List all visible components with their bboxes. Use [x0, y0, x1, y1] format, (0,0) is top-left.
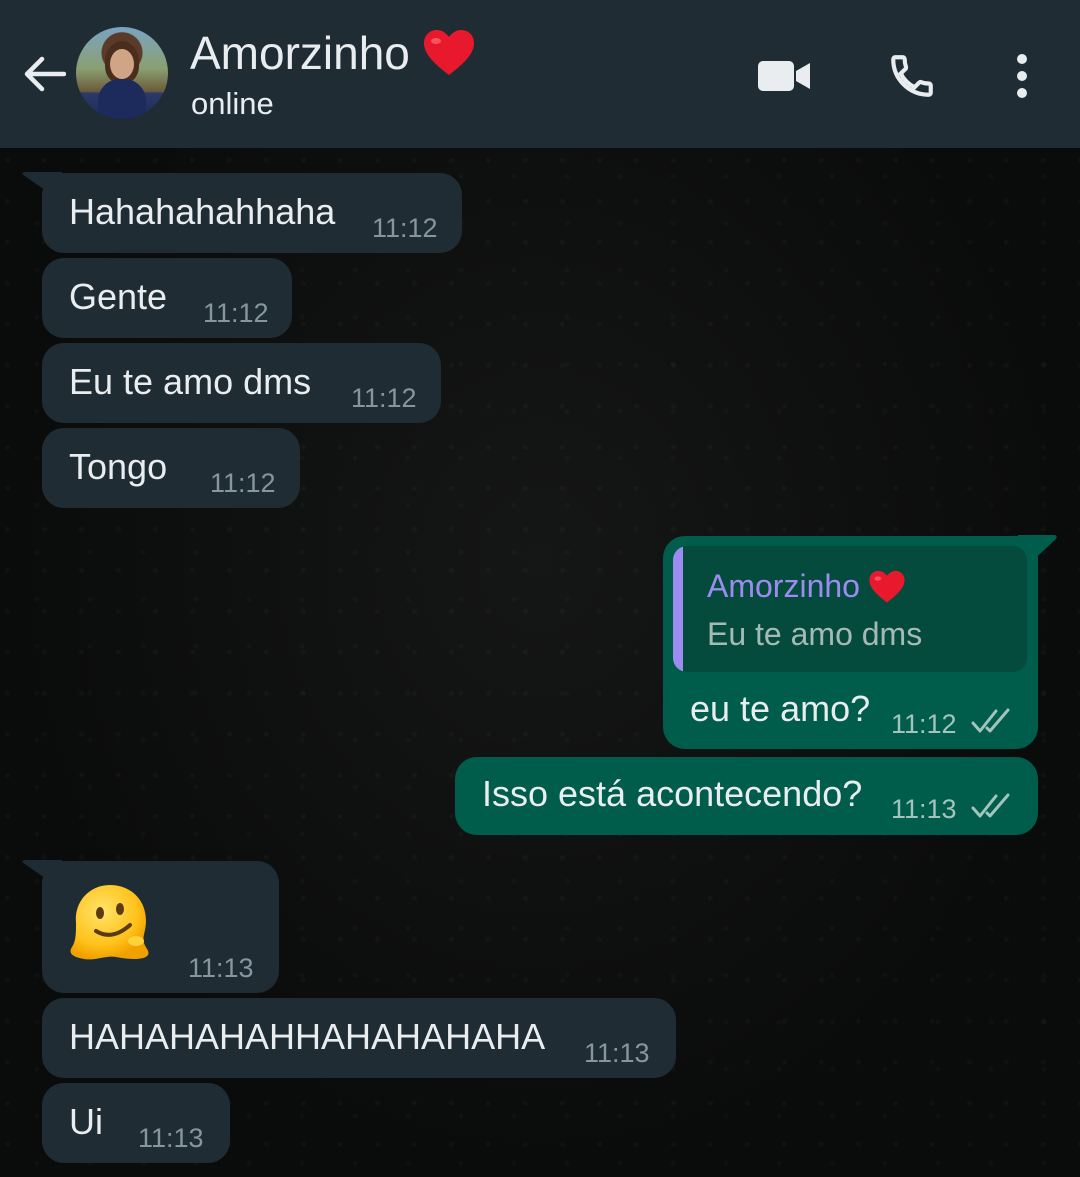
back-button[interactable]: [20, 50, 68, 98]
message-time: 11:13: [188, 953, 254, 983]
message-time: 11:13: [891, 794, 957, 824]
contact-name-text: Amorzinho: [190, 27, 410, 79]
message-text: Gente: [69, 276, 168, 317]
double-check-read-icon: [971, 793, 1010, 818]
message-bubble[interactable]: Ui 11:13: [42, 1083, 230, 1163]
message-time: 11:12: [372, 213, 438, 243]
red-heart-icon: [423, 30, 474, 75]
reply-quote-text: Eu te amo dms: [707, 616, 923, 652]
message-text: Isso está acontecendo?: [482, 773, 863, 814]
contact-status: online: [191, 86, 274, 121]
message-time: 11:13: [138, 1123, 204, 1153]
double-check-read-icon: [971, 708, 1010, 733]
arrow-left-icon: [24, 56, 66, 92]
message-time: 11:12: [891, 709, 957, 739]
more-options-button[interactable]: [992, 46, 1052, 106]
reply-quote-bar: [673, 546, 683, 672]
message-bubble[interactable]: Gente 11:12: [42, 258, 292, 338]
message-time: 11:12: [351, 383, 417, 413]
red-heart-icon: [869, 570, 905, 602]
message-bubble[interactable]: Isso está acontecendo? 11:13: [455, 757, 1038, 835]
message-time: 11:12: [203, 298, 269, 328]
message-text: eu te amo?: [690, 688, 871, 729]
message-time: 11:12: [210, 468, 276, 498]
message-bubble[interactable]: Tongo 11:12: [42, 428, 300, 508]
message-text: Hahahahahhaha: [69, 191, 336, 232]
video-camera-icon: [758, 61, 810, 91]
message-text: HAHAHAHAHHAHAHAHAHA: [69, 1016, 546, 1057]
reply-quote[interactable]: Amorzinho Eu te amo dms: [673, 546, 1027, 672]
message-text: Eu te amo dms: [69, 361, 312, 402]
three-dots-vertical-icon: [1017, 54, 1027, 98]
message-bubble[interactable]: 11:13: [42, 861, 279, 993]
chat-header: Amorzinho online: [0, 0, 1080, 148]
message-text: Tongo: [69, 446, 168, 487]
message-bubble[interactable]: Hahahahahhaha 11:12: [42, 173, 462, 253]
message-text: Ui: [69, 1101, 103, 1142]
voice-call-button[interactable]: [882, 46, 942, 106]
contact-name[interactable]: Amorzinho: [190, 26, 476, 80]
message-bubble[interactable]: Eu te amo dms 11:12: [42, 343, 441, 423]
phone-icon: [891, 55, 933, 97]
melting-face-emoji-icon: [70, 885, 149, 960]
message-bubble[interactable]: HAHAHAHAHHAHAHAHAHA 11:13: [42, 998, 676, 1078]
avatar[interactable]: [76, 27, 168, 119]
reply-quote-sender: Amorzinho: [707, 568, 906, 605]
message-bubble[interactable]: Amorzinho Eu te amo dms eu te amo? 11:12: [663, 536, 1038, 749]
message-time: 11:13: [584, 1038, 650, 1068]
video-call-button[interactable]: [754, 46, 814, 106]
